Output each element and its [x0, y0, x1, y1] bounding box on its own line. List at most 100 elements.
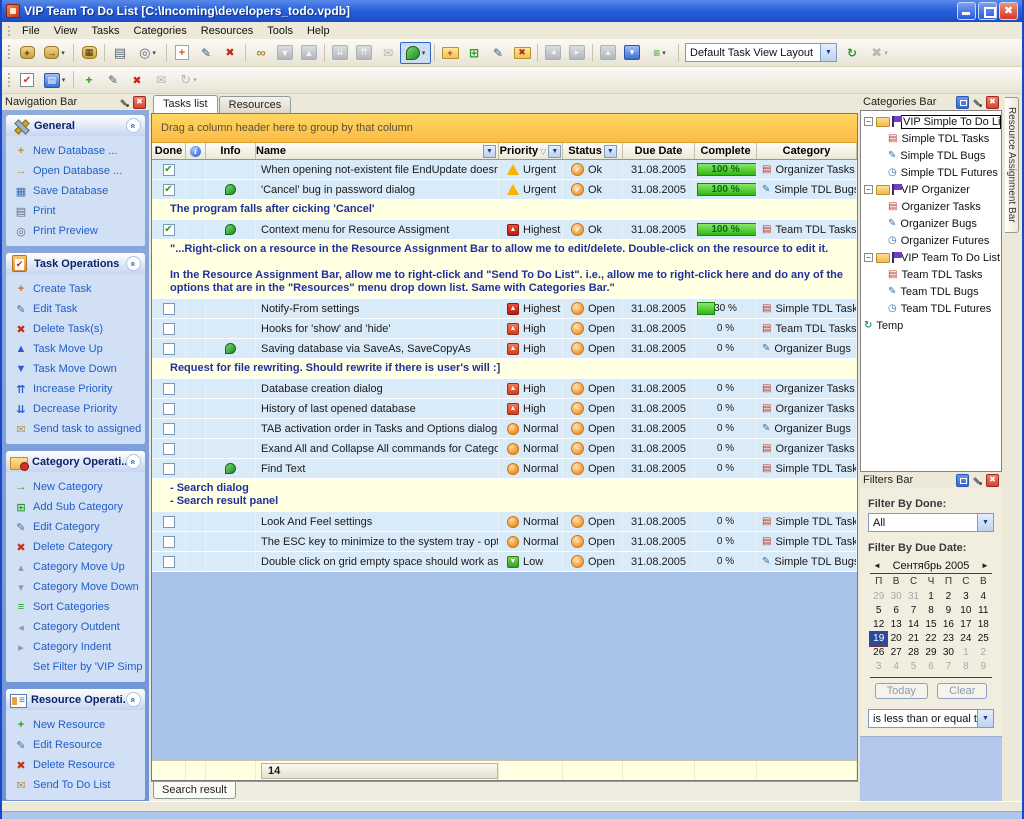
menu-item[interactable]: View — [47, 24, 85, 38]
calendar-day[interactable]: 11 — [975, 604, 992, 618]
calendar-day[interactable]: 1 — [922, 590, 939, 604]
edit-category-button[interactable]: ✎ — [486, 42, 510, 64]
float-panel-icon[interactable] — [956, 474, 969, 487]
open-database-button[interactable]: → — [39, 42, 70, 64]
calendar-day[interactable]: 10 — [957, 604, 974, 618]
nav-item[interactable]: ✎ Edit Category — [13, 517, 143, 537]
add-sub-category-button[interactable]: ⊞ — [462, 42, 486, 64]
nav-group-header[interactable]: Task Operations — [6, 253, 145, 274]
nav-item[interactable]: ▼ Task Move Down — [13, 359, 143, 379]
nav-item[interactable]: ▸ Category Indent — [13, 637, 143, 657]
calendar-day[interactable]: 23 — [940, 632, 957, 646]
done-checkbox[interactable] — [163, 224, 175, 236]
done-checkbox[interactable] — [163, 443, 175, 455]
calendar-day[interactable]: 16 — [940, 618, 957, 632]
table-row[interactable]: Look And Feel settings Normal Open 31.08… — [152, 512, 857, 532]
nav-item[interactable]: ▦ Save Database — [13, 181, 143, 201]
column-header-name[interactable]: Name▼ — [256, 143, 499, 159]
tree-item[interactable]: − Simple TDL Tasks — [861, 130, 1001, 147]
tasks-view-button[interactable]: ✔ — [15, 69, 39, 91]
column-header-priority[interactable]: Priority▽▼ — [499, 143, 563, 159]
tree-item[interactable]: − Organizer Tasks — [861, 198, 1001, 215]
task-name[interactable]: Look And Feel settings — [256, 512, 499, 531]
tree-item[interactable]: − VIP Simple To Do List — [861, 113, 1001, 130]
calendar-day[interactable]: 25 — [975, 632, 992, 646]
close-icon[interactable] — [986, 474, 999, 487]
print-preview-button[interactable]: ◎ — [132, 42, 163, 64]
table-row[interactable]: Request for file rewriting. Should rewri… — [152, 359, 857, 379]
close-button[interactable] — [999, 2, 1018, 20]
calendar-day[interactable]: 5 — [905, 660, 922, 674]
collapse-chevron-icon[interactable] — [126, 256, 141, 271]
collapse-chevron-icon[interactable] — [126, 692, 141, 707]
column-header-info[interactable]: Info — [206, 143, 256, 159]
task-name[interactable]: Hooks for 'show' and 'hide' — [256, 319, 499, 338]
nav-group-header[interactable]: Category Operati... — [6, 451, 145, 472]
task-name[interactable]: TAB activation order in Tasks and Option… — [256, 419, 499, 438]
calendar-prev-icon[interactable]: ◄ — [870, 561, 884, 570]
calendar-day[interactable]: 29 — [870, 590, 887, 604]
calendar-day[interactable]: 18 — [975, 618, 992, 632]
column-header-due-date[interactable]: Due Date — [623, 143, 695, 159]
minimize-button[interactable] — [957, 2, 976, 20]
nav-item[interactable]: ▤ Print — [13, 201, 143, 221]
create-task-button[interactable]: + — [170, 42, 194, 64]
collapse-chevron-icon[interactable] — [126, 118, 141, 133]
table-row[interactable]: "...Right-click on a resource in the Res… — [152, 240, 857, 299]
new-category-button[interactable]: + — [438, 42, 462, 64]
tree-item[interactable]: − Team TDL Bugs — [861, 283, 1001, 300]
table-row[interactable]: When opening not-existent file EndUpdate… — [152, 160, 857, 180]
nav-item[interactable]: + New Resource — [13, 715, 143, 735]
tab-resources[interactable]: Resources — [219, 96, 292, 113]
nav-group-header[interactable]: General — [6, 115, 145, 136]
delete-category-button[interactable]: ✖ — [510, 42, 534, 64]
calendar-day[interactable]: 31 — [905, 590, 922, 604]
done-checkbox[interactable] — [163, 184, 175, 196]
table-row[interactable]: - Search dialog - Search result panel — [152, 479, 857, 512]
calendar-day[interactable]: 13 — [887, 618, 904, 632]
nav-item[interactable]: → New Category — [13, 477, 143, 497]
chevron-down-icon[interactable]: ▼ — [820, 44, 836, 61]
nav-item[interactable]: ✖ Delete Resource — [13, 755, 143, 775]
done-checkbox[interactable] — [163, 516, 175, 528]
nav-item[interactable]: + New Database ... — [13, 141, 143, 161]
table-row[interactable]: Notify-From settings Highest Open 31.08.… — [152, 299, 857, 319]
calendar-day[interactable]: 8 — [922, 604, 939, 618]
resource-sync-button[interactable]: ↻ — [173, 69, 204, 91]
nav-item[interactable]: ▲ Task Move Up — [13, 339, 143, 359]
save-database-button[interactable]: ▦ — [77, 42, 101, 64]
filter-dropdown-icon[interactable]: ▼ — [548, 145, 561, 158]
done-checkbox[interactable] — [163, 536, 175, 548]
task-name[interactable]: Database creation dialog — [256, 379, 499, 398]
nav-item[interactable]: → Open Database ... — [13, 161, 143, 181]
task-name[interactable]: When opening not-existent file EndUpdate… — [256, 160, 499, 179]
task-name[interactable]: 'Cancel' bug in password dialog — [256, 180, 499, 199]
done-checkbox[interactable] — [163, 423, 175, 435]
delete-layout-button[interactable]: ✖ — [864, 42, 895, 64]
category-outdent-button[interactable]: ◂ — [541, 42, 565, 64]
resources-view-button[interactable]: ▤ — [39, 69, 70, 91]
calendar-day[interactable]: 30 — [940, 646, 957, 660]
table-row[interactable]: History of last opened database High Ope… — [152, 399, 857, 419]
calendar-day[interactable]: 4 — [975, 590, 992, 604]
column-header-done[interactable]: Done — [152, 143, 186, 159]
calendar-day[interactable]: 30 — [887, 590, 904, 604]
calendar-day[interactable]: 3 — [957, 590, 974, 604]
calendar-day[interactable]: 9 — [940, 604, 957, 618]
close-icon[interactable] — [986, 96, 999, 109]
table-row[interactable]: The ESC key to minimize to the system tr… — [152, 532, 857, 552]
calendar-day[interactable]: 7 — [940, 660, 957, 674]
nav-item[interactable]: ✎ Edit Resource — [13, 735, 143, 755]
calendar-day[interactable]: 24 — [957, 632, 974, 646]
nav-item[interactable]: + Create Task — [13, 279, 143, 299]
calendar-day[interactable]: 27 — [887, 646, 904, 660]
nav-item[interactable]: Set Filter by 'VIP Simple T... — [13, 657, 143, 677]
table-row[interactable]: Hooks for 'show' and 'hide' High Open 31… — [152, 319, 857, 339]
table-row[interactable]: TAB activation order in Tasks and Option… — [152, 419, 857, 439]
menu-item[interactable]: Resources — [194, 24, 261, 38]
float-panel-icon[interactable] — [956, 96, 969, 109]
table-row[interactable]: Saving database via SaveAs, SaveCopyAs H… — [152, 339, 857, 359]
done-checkbox[interactable] — [163, 323, 175, 335]
calendar-day[interactable]: 6 — [922, 660, 939, 674]
send-resource-button[interactable]: ✉ — [149, 69, 173, 91]
